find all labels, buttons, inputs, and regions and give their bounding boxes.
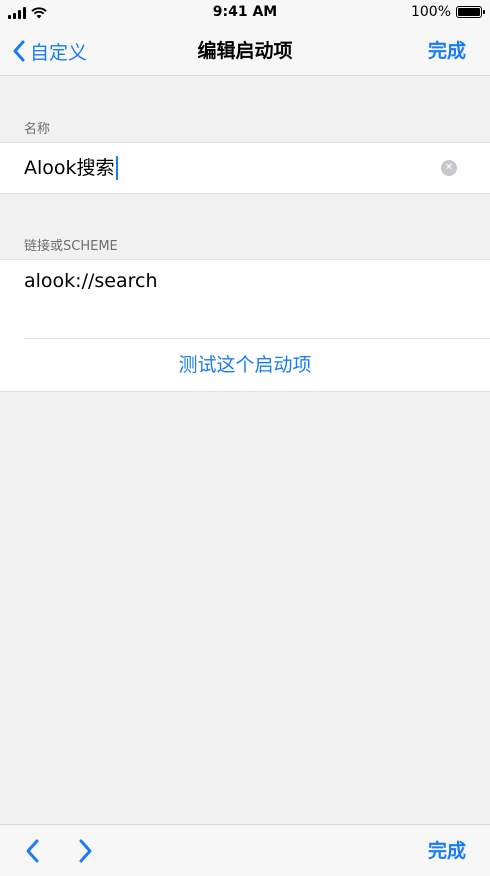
name-section-header: 名称 — [24, 122, 51, 137]
back-button[interactable]: 自定义 — [12, 26, 87, 76]
status-bar: 9:41 AM 100% — [0, 0, 490, 26]
done-button[interactable]: 完成 — [428, 26, 466, 76]
url-input[interactable]: alook://search — [24, 270, 158, 292]
chevron-left-icon — [13, 40, 25, 62]
navigation-bar: 自定义 编辑启动项 完成 — [0, 26, 490, 76]
keyboard-toolbar: 完成 — [0, 824, 490, 876]
battery-icon — [456, 6, 485, 18]
clear-circle-icon[interactable]: ✕ — [441, 160, 457, 176]
toolbar-done-button[interactable]: 完成 — [428, 825, 466, 876]
status-right: 100% — [410, 4, 485, 20]
chevron-right-icon[interactable] — [74, 838, 96, 864]
chevron-left-icon[interactable] — [22, 838, 44, 864]
url-cell: alook://search 测试这个启动项 — [0, 259, 490, 392]
name-cell: Alook搜索 ✕ — [0, 142, 490, 194]
name-input-value: Alook搜索 — [24, 157, 115, 179]
back-label: 自定义 — [30, 41, 88, 64]
battery-fill — [458, 8, 480, 16]
url-section-header: 链接或SCHEME — [24, 239, 118, 254]
name-input[interactable]: Alook搜索 — [24, 143, 118, 193]
battery-percent: 100% — [410, 4, 451, 20]
test-launch-button[interactable]: 测试这个启动项 — [0, 339, 490, 391]
text-caret — [115, 156, 118, 180]
